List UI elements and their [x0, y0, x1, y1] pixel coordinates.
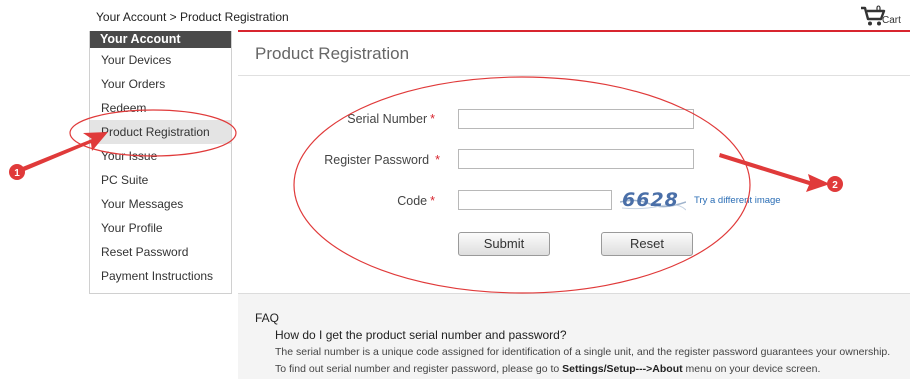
- sidebar-item-your-messages[interactable]: Your Messages: [90, 192, 231, 216]
- breadcrumb-current: Product Registration: [179, 10, 289, 24]
- required-mark: *: [430, 112, 435, 126]
- faq-section: FAQ How do I get the product serial numb…: [238, 293, 910, 379]
- captcha-text: 6628: [622, 189, 679, 211]
- reset-button[interactable]: Reset: [601, 232, 693, 256]
- annotation-marker-1: [9, 164, 25, 180]
- code-label-text: Code: [397, 194, 428, 208]
- faq-title: FAQ: [255, 311, 280, 325]
- sidebar-header: Your Account: [90, 31, 231, 48]
- registration-form: [238, 75, 910, 294]
- serial-number-input[interactable]: [458, 109, 694, 129]
- serial-number-label-text: Serial Number: [347, 112, 428, 126]
- required-mark: *: [430, 194, 435, 208]
- required-mark: *: [435, 153, 440, 167]
- page-title: Product Registration: [255, 44, 410, 63]
- faq-answer-line2-prefix: To find out serial number and register p…: [275, 363, 563, 375]
- header-divider: [238, 30, 910, 32]
- submit-button[interactable]: Submit: [458, 232, 550, 256]
- serial-number-label: Serial Number *: [285, 112, 435, 126]
- breadcrumb-root[interactable]: Your Account: [96, 10, 166, 24]
- faq-answer-line1: The serial number is a unique code assig…: [275, 346, 891, 358]
- code-label: Code *: [285, 194, 435, 208]
- breadcrumb: Your Account > Product Registration: [96, 10, 289, 24]
- cart-count: 0: [876, 4, 882, 14]
- faq-answer-line2: To find out serial number and register p…: [275, 363, 820, 375]
- code-input[interactable]: [458, 190, 612, 210]
- sidebar-item-product-registration[interactable]: Product Registration: [90, 120, 231, 144]
- sidebar-item-your-devices[interactable]: Your Devices: [90, 48, 231, 72]
- sidebar-item-reset-password[interactable]: Reset Password: [90, 240, 231, 264]
- faq-question: How do I get the product serial number a…: [275, 328, 567, 342]
- register-password-label-text: Register Password: [324, 153, 430, 167]
- sidebar-item-pc-suite[interactable]: PC Suite: [90, 168, 231, 192]
- annotation-marker-1-label: 1: [14, 168, 20, 179]
- try-different-image-link[interactable]: Try a different image: [694, 195, 781, 206]
- account-sidebar: Your Account Your Devices Your Orders Re…: [89, 31, 232, 294]
- breadcrumb-separator: >: [166, 10, 180, 24]
- sidebar-item-payment-instructions[interactable]: Payment Instructions: [90, 264, 231, 288]
- sidebar-item-your-issue[interactable]: Your Issue: [90, 144, 231, 168]
- cart-label: Cart: [882, 15, 901, 26]
- sidebar-item-your-profile[interactable]: Your Profile: [90, 216, 231, 240]
- settings-path: Settings/Setup--->About: [562, 363, 683, 375]
- sidebar-item-your-orders[interactable]: Your Orders: [90, 72, 231, 96]
- sidebar-item-redeem[interactable]: Redeem: [90, 96, 231, 120]
- register-password-label: Register Password *: [290, 153, 440, 167]
- faq-answer-line2-suffix: menu on your device screen.: [682, 363, 821, 375]
- register-password-input[interactable]: [458, 149, 694, 169]
- cart-button[interactable]: 0 Cart: [860, 3, 910, 27]
- captcha-image: 6628: [619, 188, 687, 212]
